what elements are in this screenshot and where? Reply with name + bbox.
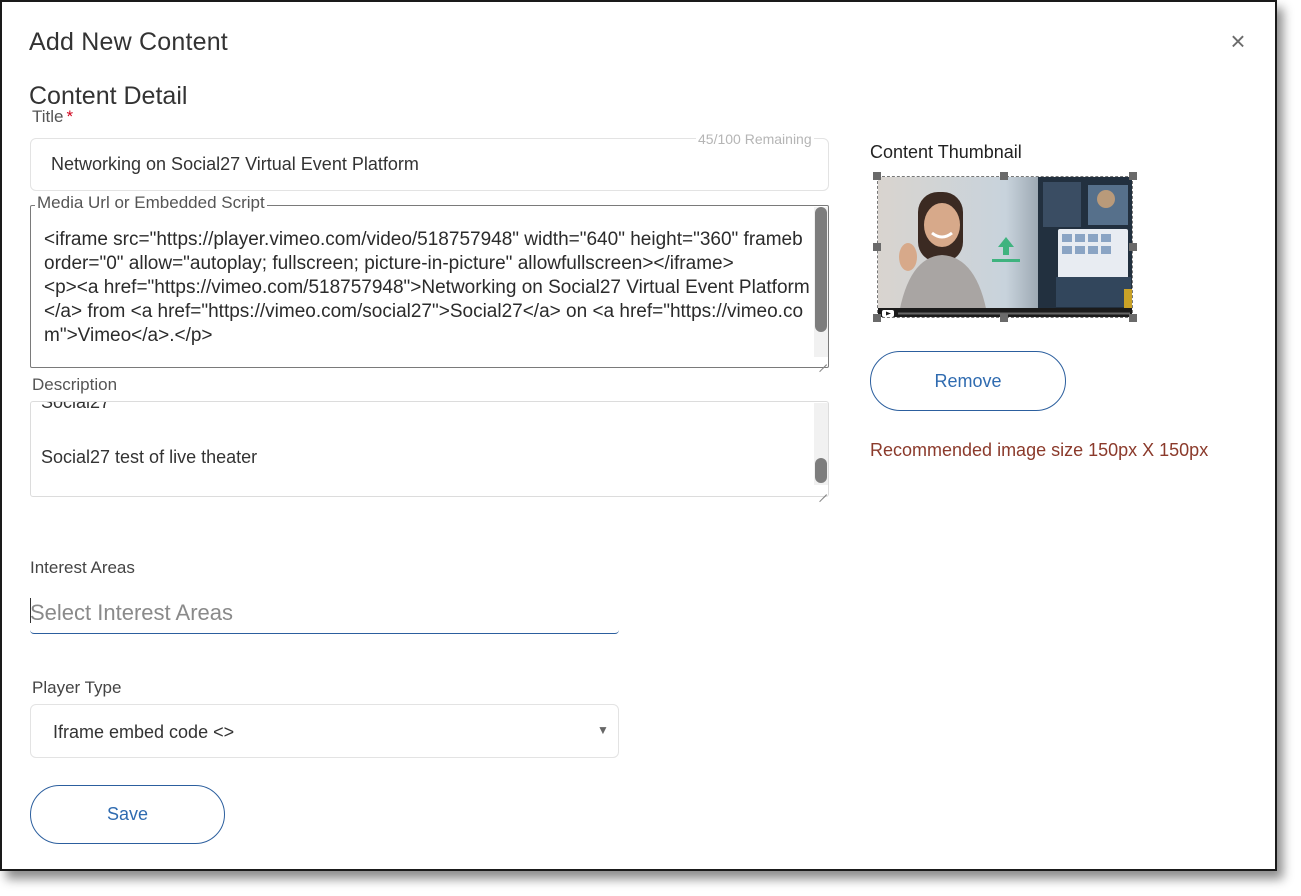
- title-label: Title *: [32, 107, 73, 127]
- title-label-text: Title: [32, 107, 64, 126]
- close-icon[interactable]: ×: [1226, 28, 1250, 54]
- interest-areas-input[interactable]: [30, 592, 619, 634]
- description-line-partial: Social27: [41, 401, 111, 412]
- recommended-size-note: Recommended image size 150px X 150px: [870, 440, 1209, 460]
- crop-handle-bottom-right[interactable]: [1129, 314, 1137, 322]
- description-resize-handle[interactable]: [817, 485, 827, 495]
- player-type-select[interactable]: Iframe embed code <> ▼: [30, 704, 619, 758]
- dialog-title: Add New Content: [29, 28, 228, 56]
- crop-handle-right[interactable]: [1129, 243, 1137, 251]
- thumbnail-picture: [878, 177, 1132, 317]
- interest-areas-label: Interest Areas: [30, 558, 135, 577]
- remove-thumbnail-button[interactable]: Remove: [870, 351, 1066, 411]
- description-scrollbar[interactable]: [814, 403, 828, 485]
- save-button[interactable]: Save: [30, 785, 225, 844]
- player-type-value: Iframe embed code <>: [53, 722, 235, 742]
- crop-handle-left[interactable]: [873, 243, 881, 251]
- crop-handle-bottom[interactable]: [1000, 314, 1008, 322]
- player-type-label: Player Type: [32, 678, 122, 697]
- media-url-value[interactable]: <iframe src="https://player.vimeo.com/vi…: [44, 228, 812, 366]
- thumbnail-image[interactable]: [877, 176, 1133, 318]
- required-mark: *: [66, 107, 74, 126]
- crop-handle-top-right[interactable]: [1129, 172, 1137, 180]
- media-scrollbar-thumb[interactable]: [815, 207, 827, 332]
- crop-handle-bottom-left[interactable]: [873, 314, 881, 322]
- description-textarea[interactable]: Social27 Social27 test of live theater: [30, 401, 829, 497]
- crop-handle-top[interactable]: [1000, 172, 1008, 180]
- character-counter: 45/100 Remaining: [696, 131, 814, 147]
- media-scrollbar[interactable]: [814, 207, 828, 357]
- text-caret: [30, 598, 31, 623]
- chevron-down-icon: ▼: [597, 723, 609, 737]
- description-scrollbar-thumb[interactable]: [815, 458, 827, 483]
- media-url-label: Media Url or Embedded Script: [35, 193, 267, 213]
- description-label: Description: [32, 375, 118, 394]
- description-line: Social27 test of live theater: [41, 447, 258, 467]
- media-resize-handle[interactable]: [817, 355, 827, 365]
- crop-handle-top-left[interactable]: [873, 172, 881, 180]
- thumbnail-label: Content Thumbnail: [870, 142, 1022, 162]
